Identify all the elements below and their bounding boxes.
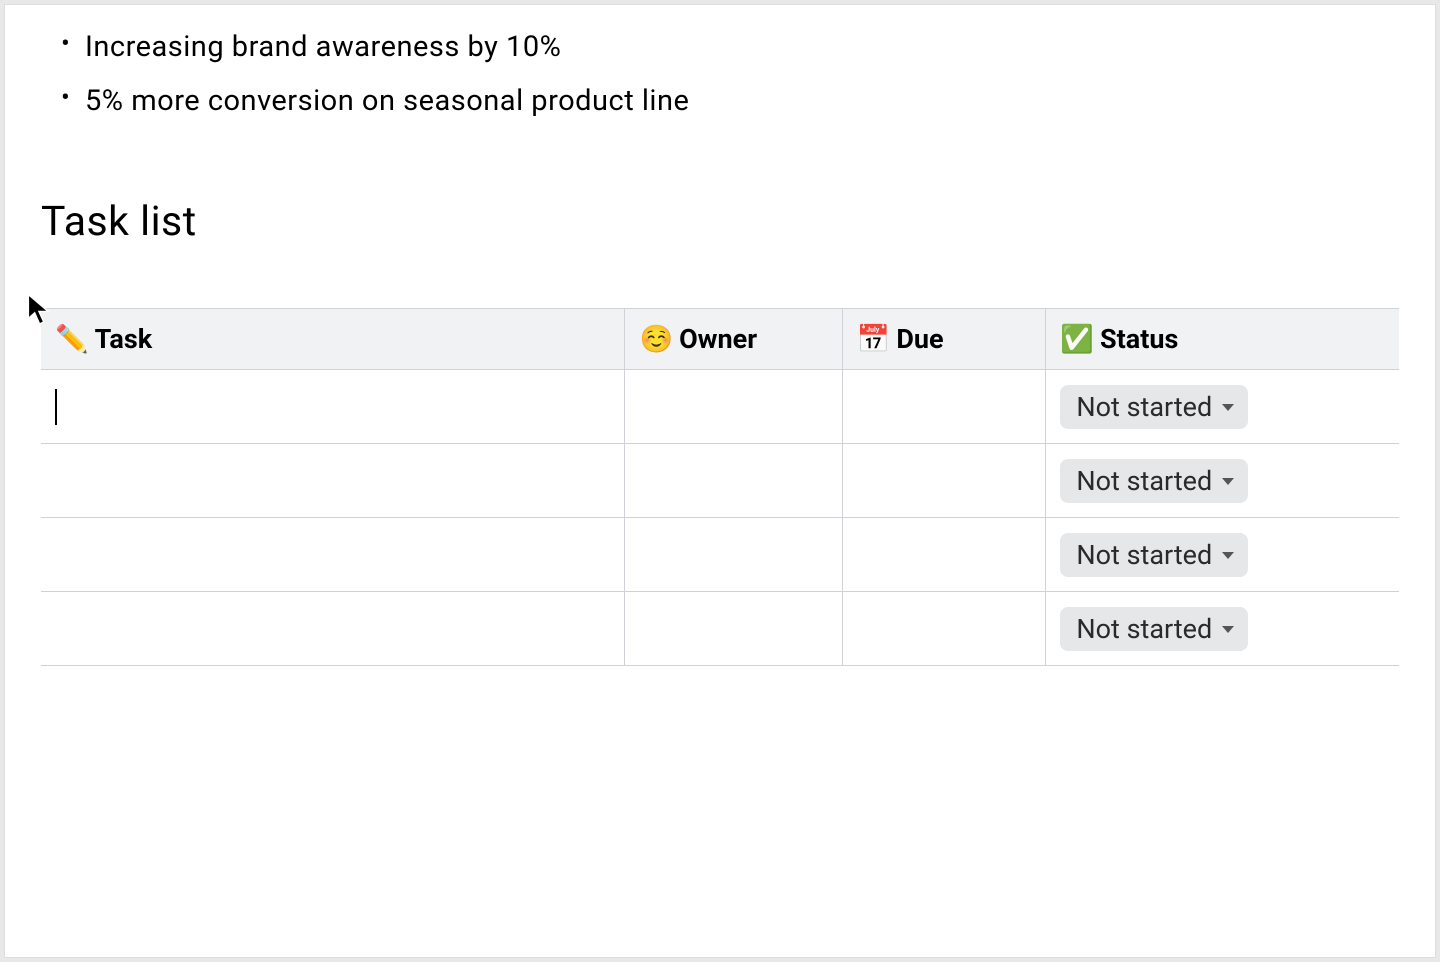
task-cell[interactable] <box>41 518 625 592</box>
owner-cell[interactable] <box>625 370 842 444</box>
table-header-row: ✏️Task ☺️Owner 📅Due ✅Status <box>41 309 1399 370</box>
table-row: Not started <box>41 518 1399 592</box>
section-heading[interactable]: Task list <box>41 198 1399 246</box>
table-row: Not started <box>41 592 1399 666</box>
status-label: Not started <box>1076 391 1212 423</box>
column-header-label: Due <box>896 323 943 355</box>
task-cell[interactable] <box>41 444 625 518</box>
pencil-icon: ✏️ <box>55 323 89 355</box>
text-caret <box>55 389 57 425</box>
check-icon: ✅ <box>1060 323 1094 355</box>
column-header-label: Status <box>1100 323 1178 355</box>
status-dropdown[interactable]: Not started <box>1060 607 1248 651</box>
status-cell[interactable]: Not started <box>1046 444 1399 518</box>
goals-list: Increasing brand awareness by 10% 5% mor… <box>61 21 1399 128</box>
chevron-down-icon <box>1222 626 1234 633</box>
column-header-label: Owner <box>679 323 757 355</box>
due-cell[interactable] <box>842 370 1046 444</box>
chevron-down-icon <box>1222 478 1234 485</box>
due-cell[interactable] <box>842 444 1046 518</box>
smile-icon: ☺️ <box>639 323 673 355</box>
status-label: Not started <box>1076 613 1212 645</box>
owner-cell[interactable] <box>625 518 842 592</box>
status-dropdown[interactable]: Not started <box>1060 533 1248 577</box>
table-row: Not started <box>41 370 1399 444</box>
calendar-icon: 📅 <box>857 323 891 355</box>
chevron-down-icon <box>1222 404 1234 411</box>
task-cell[interactable] <box>41 370 625 444</box>
status-cell[interactable]: Not started <box>1046 370 1399 444</box>
status-label: Not started <box>1076 539 1212 571</box>
list-item[interactable]: Increasing brand awareness by 10% <box>61 21 1399 75</box>
table-row: Not started <box>41 444 1399 518</box>
column-header-owner[interactable]: ☺️Owner <box>625 309 842 370</box>
list-item[interactable]: 5% more conversion on seasonal product l… <box>61 75 1399 129</box>
owner-cell[interactable] <box>625 592 842 666</box>
document-page: Increasing brand awareness by 10% 5% mor… <box>4 4 1436 958</box>
status-cell[interactable]: Not started <box>1046 518 1399 592</box>
status-cell[interactable]: Not started <box>1046 592 1399 666</box>
status-label: Not started <box>1076 465 1212 497</box>
task-table: ✏️Task ☺️Owner 📅Due ✅Status <box>41 308 1399 666</box>
due-cell[interactable] <box>842 518 1046 592</box>
chevron-down-icon <box>1222 552 1234 559</box>
column-header-task[interactable]: ✏️Task <box>41 309 625 370</box>
owner-cell[interactable] <box>625 444 842 518</box>
status-dropdown[interactable]: Not started <box>1060 385 1248 429</box>
task-cell[interactable] <box>41 592 625 666</box>
column-header-due[interactable]: 📅Due <box>842 309 1046 370</box>
column-header-status[interactable]: ✅Status <box>1046 309 1399 370</box>
due-cell[interactable] <box>842 592 1046 666</box>
status-dropdown[interactable]: Not started <box>1060 459 1248 503</box>
column-header-label: Task <box>95 323 153 355</box>
